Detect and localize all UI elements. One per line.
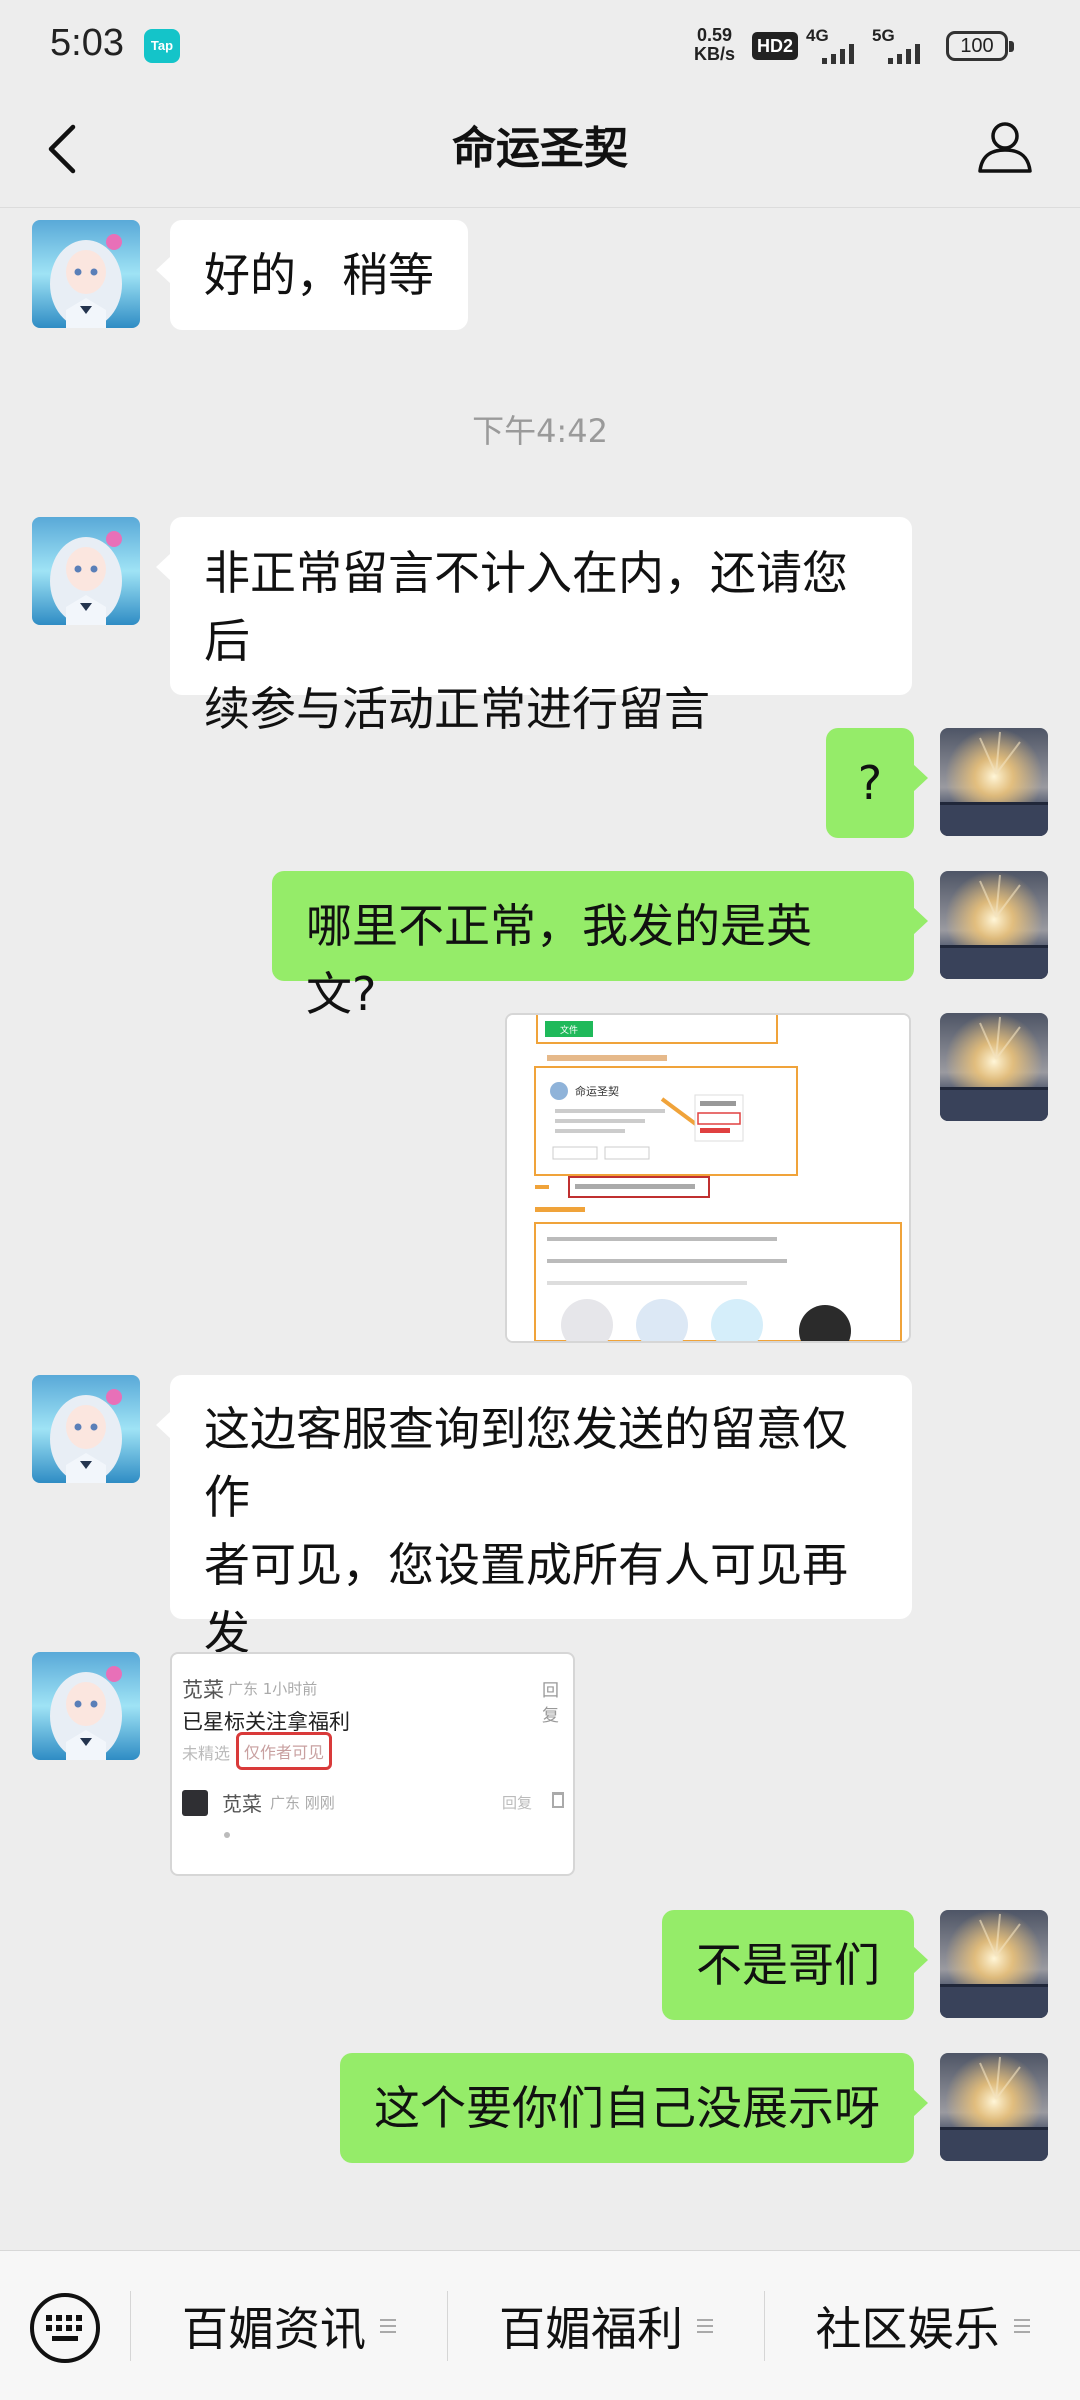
my-avatar[interactable] <box>940 1013 1048 1121</box>
chat-title: 命运圣契 <box>452 123 628 174</box>
my-avatar[interactable] <box>940 1910 1048 2018</box>
message-text: ? <box>857 756 883 810</box>
contact-avatar[interactable] <box>32 220 140 328</box>
contact-avatar[interactable] <box>32 1652 140 1760</box>
screenshot-status-label: 未精选 <box>182 1744 231 1763</box>
menu-item-label: 百媚福利 <box>499 2302 683 2356</box>
tap-app-icon: Tap <box>144 29 180 63</box>
tutorial-screenshot-image: 文件 命运圣契 <box>507 1015 909 1341</box>
message-text-line: 者可见，您设置成所有人可见再发 <box>204 1538 848 1660</box>
network-speed-value: 0.59 <box>696 25 733 45</box>
status-time: 5:03 <box>50 22 124 64</box>
screenshot-reply-label: 回复 <box>542 1681 559 1726</box>
image-message[interactable]: 苋菜 广东 1小时前 回复 已星标关注拿福利 未精选 仅作者可见 苋菜 广东 刚… <box>170 1652 575 1876</box>
comment-screenshot-image: 苋菜 广东 1小时前 回复 已星标关注拿福利 未精选 仅作者可见 苋菜 广东 刚… <box>172 1654 573 1874</box>
message-bubble-outgoing[interactable]: ? <box>826 728 928 838</box>
message-bubble-outgoing[interactable]: 哪里不正常，我发的是英文? <box>272 871 928 1021</box>
screenshot-account-name: 命运圣契 <box>575 1084 619 1098</box>
chat-timestamp: 下午4:42 <box>472 412 608 450</box>
message-bubble-outgoing[interactable]: 这个要你们自己没展示呀 <box>340 2053 928 2163</box>
my-avatar[interactable] <box>940 871 1048 979</box>
screenshot-visibility-label: 仅作者可见 <box>236 1732 333 1770</box>
my-avatar[interactable] <box>940 728 1048 836</box>
screenshot-reply-user: 苋菜 <box>222 1792 262 1816</box>
submenu-icon <box>697 2319 713 2333</box>
contact-avatar[interactable] <box>32 517 140 625</box>
submenu-icon <box>380 2319 396 2333</box>
message-bubble-incoming[interactable]: 非正常留言不计入在内，还请您后 续参与活动正常进行留言 <box>156 517 912 736</box>
message-text: 这个要你们自己没展示呀 <box>374 2081 880 2135</box>
screenshot-file-label: 文件 <box>560 1024 578 1036</box>
screenshot-comment-user: 苋菜 <box>182 1678 224 1702</box>
menu-item-benefits[interactable]: 百媚福利 <box>448 2281 764 2371</box>
network-speed-unit: KB/s <box>694 44 736 64</box>
message-text-line: 续参与活动正常进行留言 <box>204 682 710 736</box>
message-text: 好的，稍等 <box>204 248 434 302</box>
menu-item-label: 社区娱乐 <box>815 2302 1000 2356</box>
my-avatar[interactable] <box>940 2053 1048 2161</box>
trash-icon <box>552 1792 564 1808</box>
screenshot-reply-action: 回复 <box>502 1794 533 1812</box>
message-text: 不是哥们 <box>696 1938 880 1992</box>
network-speed: 0.59 KB/s <box>694 26 735 64</box>
keyboard-toggle-button[interactable] <box>28 2291 102 2365</box>
screenshot-comment-meta: 广东 1小时前 <box>228 1680 318 1698</box>
menu-item-news[interactable]: 百媚资讯 <box>131 2281 447 2371</box>
message-bubble-incoming[interactable]: 好的，稍等 <box>156 220 468 330</box>
message-bubble-incoming[interactable]: 这边客服查询到您发送的留意仅作 者可见，您设置成所有人可见再发 送试试呢 <box>156 1375 912 1728</box>
status-bar: 5:03 Tap 0.59 KB/s HD2 4G 5G 100 <box>0 0 1080 90</box>
message-text-line: 这边客服查询到您发送的留意仅作 <box>204 1402 848 1524</box>
screenshot-reply-meta: 广东 刚刚 <box>270 1794 335 1812</box>
dot-icon <box>224 1832 230 1838</box>
chat-header: 命运圣契 <box>0 90 1080 208</box>
message-bubble-outgoing[interactable]: 不是哥们 <box>662 1910 928 2020</box>
chat-info-button[interactable] <box>970 112 1040 182</box>
menu-item-community[interactable]: 社区娱乐 <box>765 2281 1080 2371</box>
battery-icon: 100 <box>946 31 1014 61</box>
message-text: 哪里不正常，我发的是英文? <box>306 899 812 1021</box>
official-account-menu: 百媚资讯 百媚福利 社区娱乐 <box>0 2250 1080 2400</box>
person-icon <box>978 122 1032 173</box>
screenshot-avatar <box>182 1790 208 1816</box>
contact-avatar[interactable] <box>32 1375 140 1483</box>
keyboard-icon <box>30 2293 100 2363</box>
hd-badge: HD2 <box>752 32 799 60</box>
menu-item-label: 百媚资讯 <box>182 2302 366 2356</box>
message-text-line: 非正常留言不计入在内，还请您后 <box>204 546 848 668</box>
submenu-icon <box>1013 2319 1030 2333</box>
image-message[interactable]: 文件 命运圣契 <box>505 1013 911 1343</box>
